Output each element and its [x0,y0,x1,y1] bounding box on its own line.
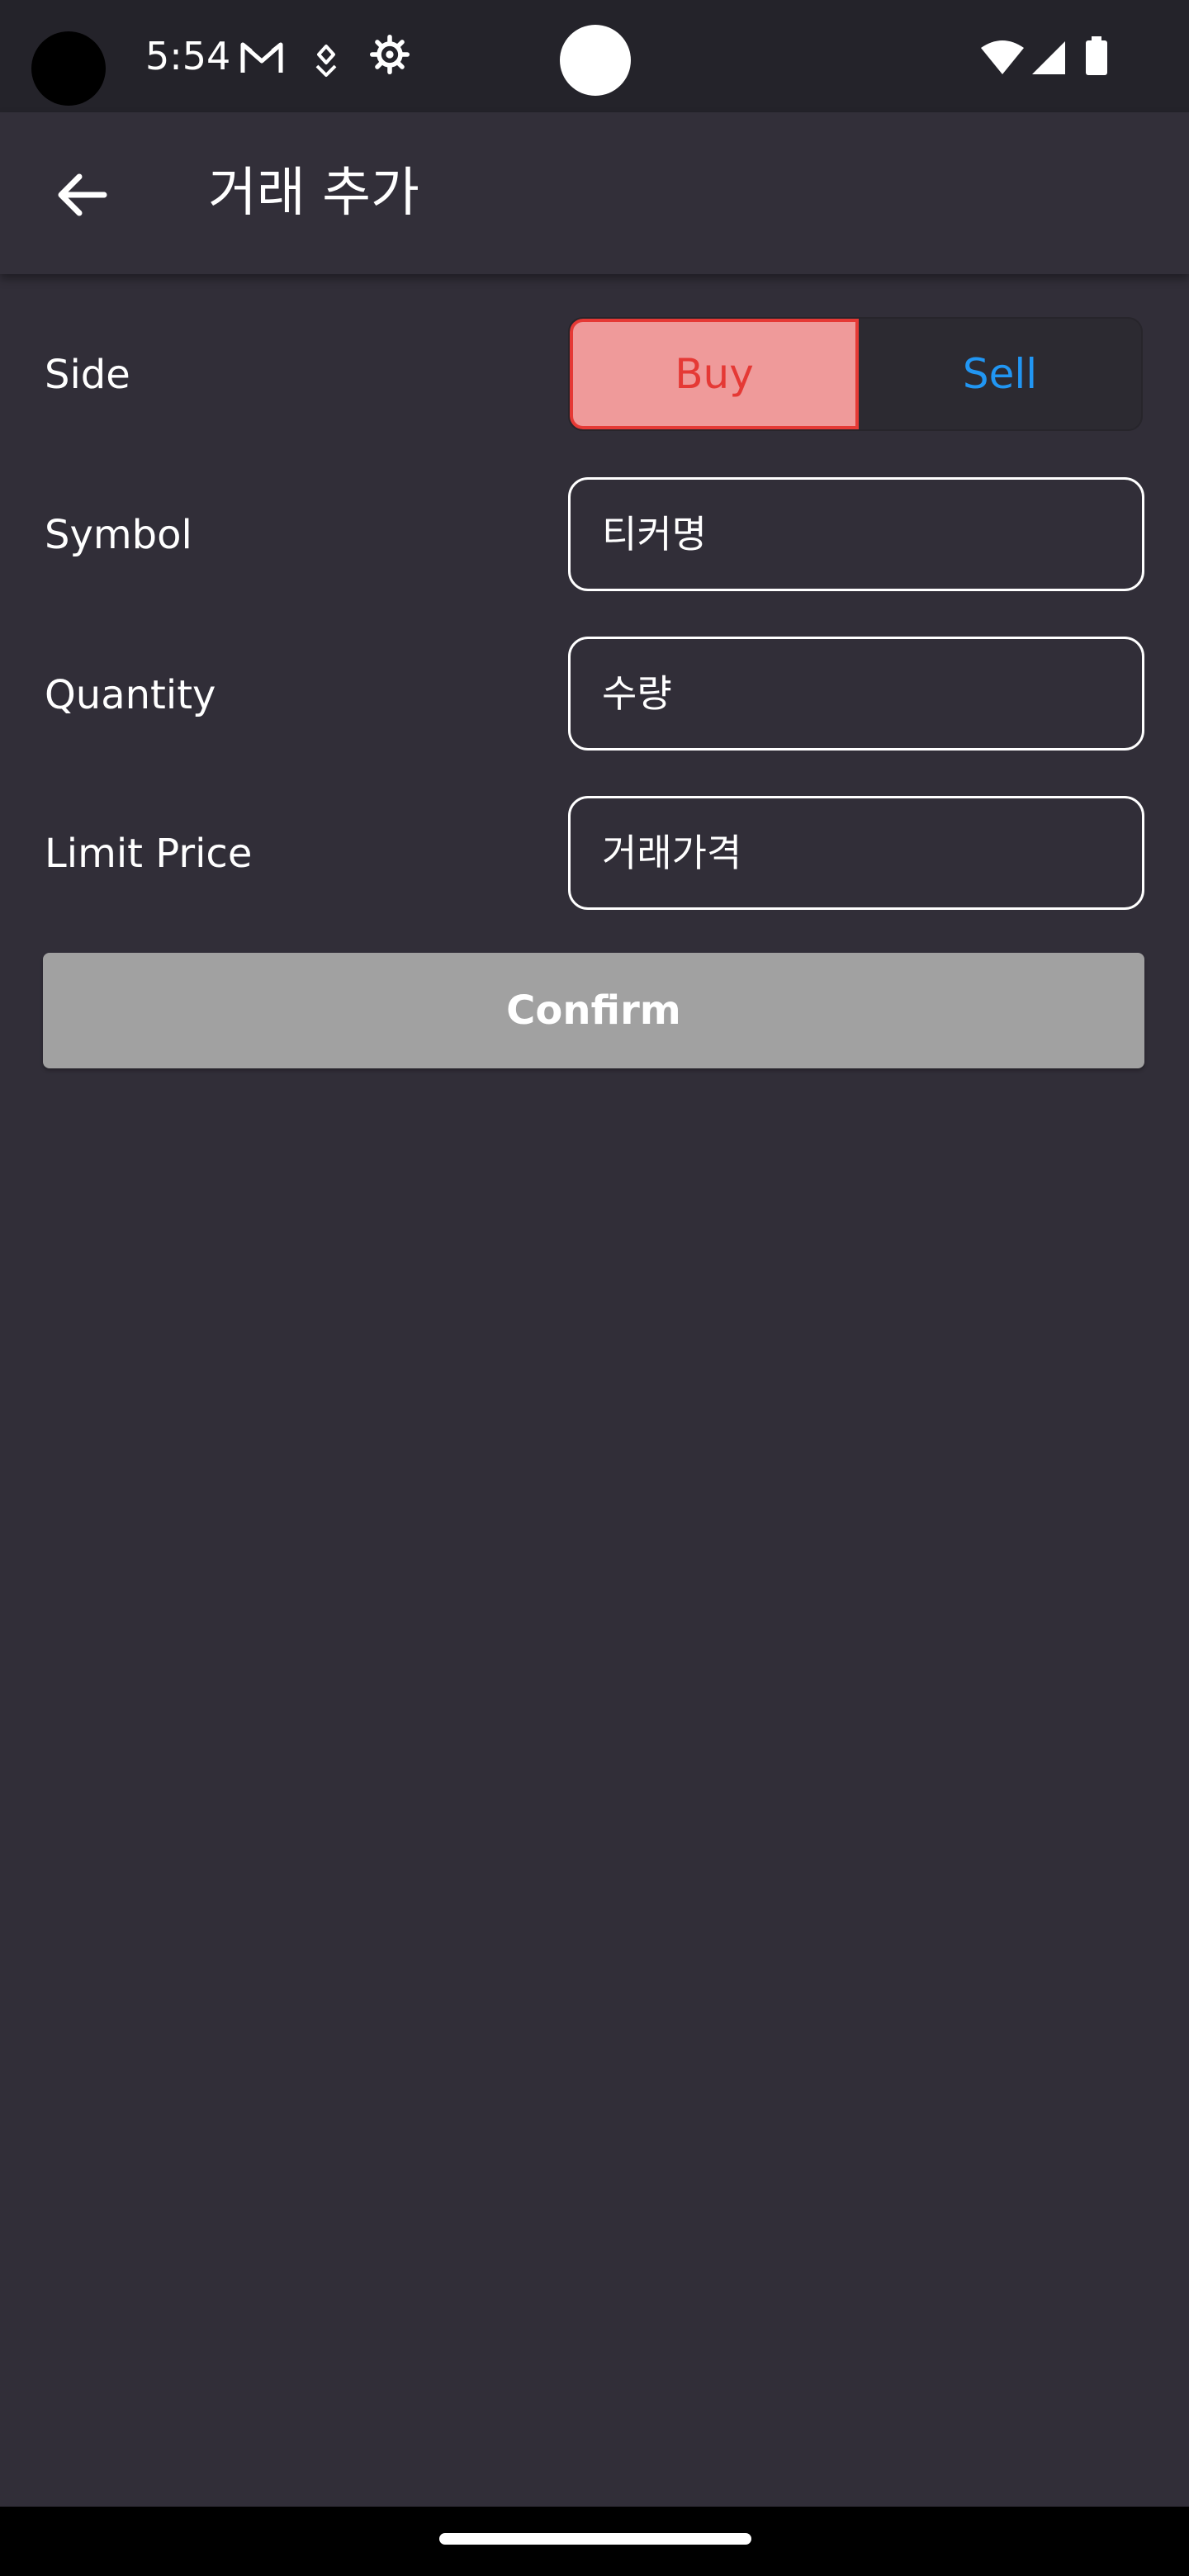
settings-gear-icon [370,35,410,74]
back-button[interactable] [41,155,121,234]
camera-cutout [31,31,106,106]
side-toggle: Buy Sell [568,317,1143,431]
app-bar: 거래 추가 [0,112,1189,274]
arrow-left-icon [58,173,107,216]
quantity-field [568,637,1144,751]
location-arrows-icon [315,45,337,77]
buy-option[interactable]: Buy [570,319,859,429]
limit-price-label: Limit Price [45,831,253,877]
front-camera [560,25,631,96]
symbol-field [568,477,1144,591]
cellular-signal-icon [1032,41,1065,74]
side-label: Side [45,352,130,398]
sell-option[interactable]: Sell [859,319,1141,429]
status-bar: 5:54 [0,0,1189,112]
status-time: 5:54 [145,34,231,78]
limit-price-field [568,796,1144,910]
battery-icon [1086,36,1107,75]
quantity-input[interactable] [602,639,1114,748]
add-trade-screen: 5:54 거래 추가 Side Buy Sell Symbol 티커명 Quan… [0,0,1189,2576]
navigation-bar [0,2507,1189,2576]
page-title: 거래 추가 [208,163,419,224]
symbol-label: Symbol [45,512,192,558]
home-gesture-handle[interactable] [439,2533,751,2545]
wifi-icon [981,40,1024,74]
limit-price-input[interactable] [602,798,1114,907]
confirm-button[interactable]: Confirm [43,953,1144,1068]
quantity-label: Quantity [45,672,216,718]
gmail-icon [240,42,283,73]
symbol-input[interactable] [602,480,1114,589]
